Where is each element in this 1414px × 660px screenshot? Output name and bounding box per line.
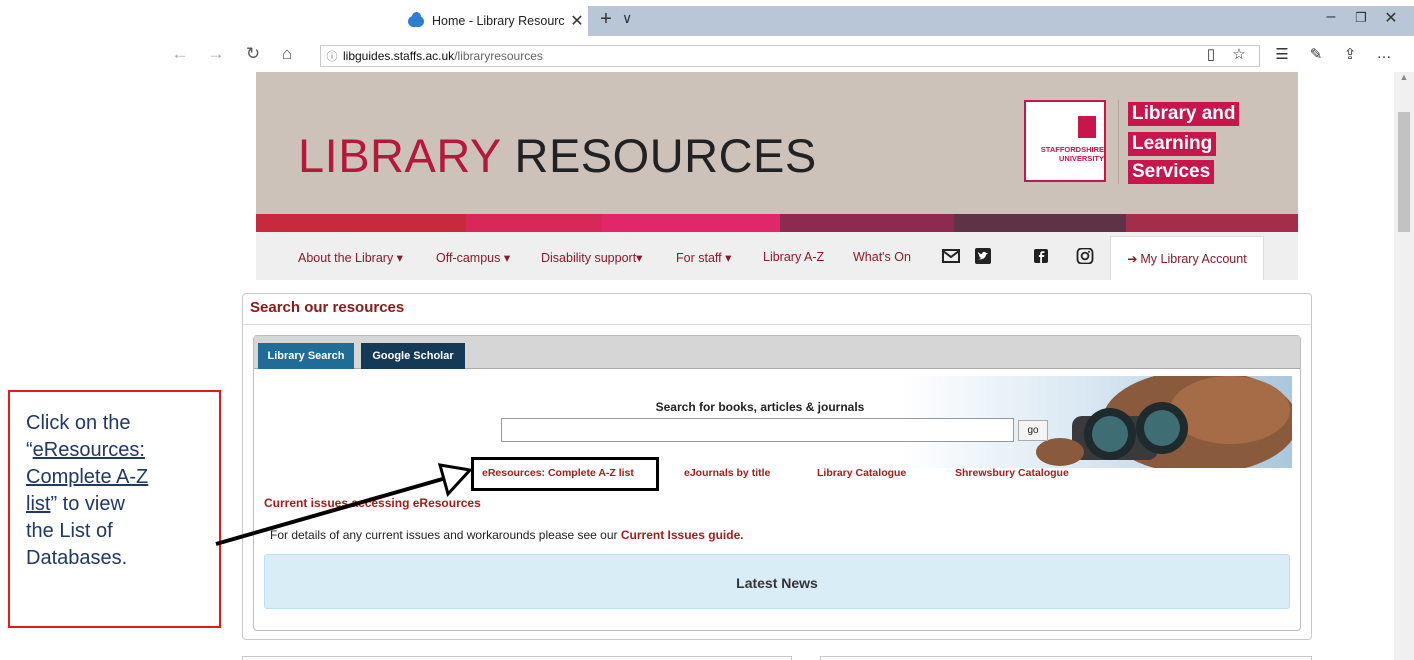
pen-icon[interactable]: ✎ (1304, 45, 1328, 63)
lls-line-3: Services (1128, 160, 1215, 184)
instagram-icon[interactable] (1076, 248, 1094, 264)
panel-divider (243, 324, 1311, 325)
issues-sentence: For details of any current issues and wo… (270, 528, 618, 542)
new-tab-button[interactable]: + (596, 8, 616, 31)
color-strip-segment (602, 214, 780, 232)
callout-quote-open: “ (26, 439, 33, 461)
bottom-card-left (242, 656, 792, 660)
share-icon[interactable]: ⇪ (1338, 45, 1362, 63)
facebook-icon[interactable] (1032, 248, 1050, 264)
color-strip-segment (466, 214, 602, 232)
tab-google-scholar[interactable]: Google Scholar (361, 343, 465, 369)
issues-heading: Current issues accessing eResources (264, 496, 481, 510)
nav-for-staff[interactable]: For staff ▾ (676, 250, 731, 265)
screenshot-stage: Home - Library Resourc ✕ + ∨ – ❐ ✕ ← → ↻… (0, 0, 1414, 660)
crest-icon (1078, 116, 1096, 138)
favorite-star-icon[interactable]: ☆ (1228, 45, 1250, 63)
callout-link-part-1: eResources: (32, 439, 145, 461)
my-library-account-button[interactable]: ➔ My Library Account (1110, 236, 1264, 280)
tab-title: Home - Library Resourc (432, 14, 565, 28)
logo-text: STAFFORDSHIRE UNIVERSITY (1040, 145, 1104, 163)
favorites-hub-icon[interactable]: ☰ (1270, 45, 1294, 63)
url-host: libguides.staffs.ac.uk (343, 49, 455, 63)
callout-link-part-2: Complete A-Z (26, 466, 149, 488)
page-title: LIBRARY RESOURCES (298, 128, 817, 183)
back-button[interactable]: ← (167, 44, 193, 64)
title-word-library: LIBRARY (298, 129, 501, 182)
callout-after-link: ” to view (50, 493, 125, 515)
callout-link-part-3: list (26, 493, 51, 515)
current-issues-link[interactable]: Current Issues guide. (621, 528, 744, 542)
color-strip-segment (780, 214, 954, 232)
go-button[interactable]: go (1018, 420, 1048, 441)
lls-line-1: Library and (1128, 102, 1240, 126)
tab-list-chevron-icon[interactable]: ∨ (622, 10, 632, 27)
reading-view-icon[interactable]: ▯ (1200, 45, 1222, 63)
refresh-button[interactable]: ↻ (240, 44, 266, 64)
forward-button[interactable]: → (203, 44, 229, 64)
annotation-callout: Click on the “eResources: Complete A-Z l… (8, 390, 221, 628)
cloud-icon (408, 11, 424, 27)
twitter-icon[interactable] (974, 248, 992, 264)
callout-line-4: list” to view (26, 491, 219, 518)
nav-whats-on[interactable]: What's On (853, 250, 911, 264)
color-strip-segment (954, 214, 1126, 232)
latest-news-label: Latest News (736, 575, 818, 591)
link-shrewsbury-catalogue[interactable]: Shrewsbury Catalogue (955, 467, 1069, 479)
panel-heading: Search our resources (250, 299, 405, 316)
issues-text: For details of any current issues and wo… (270, 528, 744, 542)
university-logo[interactable] (1024, 100, 1106, 182)
title-word-resources: RESOURCES (514, 129, 817, 182)
scrollbar-thumb[interactable] (1398, 112, 1410, 232)
bottom-card-right (820, 656, 1312, 660)
callout-line-6: Databases. (26, 547, 128, 569)
restore-button[interactable]: ❐ (1346, 10, 1376, 26)
email-icon[interactable] (942, 248, 960, 264)
lls-line-2: Learning (1128, 132, 1217, 156)
link-ejournals-by-title[interactable]: eJournals by title (684, 467, 770, 479)
tab-library-search[interactable]: Library Search (258, 343, 354, 369)
nav-library-a-z[interactable]: Library A-Z (763, 250, 824, 264)
close-window-button[interactable]: ✕ (1376, 8, 1406, 28)
search-input[interactable] (501, 418, 1014, 442)
callout-line-2: “eResources: (26, 437, 219, 464)
scroll-up-icon[interactable]: ▲ (1396, 72, 1412, 82)
home-button[interactable]: ⌂ (274, 44, 300, 64)
color-strip-segment (256, 214, 466, 232)
callout-line-1: Click on the (26, 412, 131, 434)
browser-tab-active[interactable]: Home - Library Resourc ✕ (398, 6, 588, 36)
nav-about-library[interactable]: About the Library ▾ (298, 250, 403, 265)
sign-in-icon: ➔ (1127, 251, 1138, 266)
callout-line-5: the List of (26, 520, 113, 542)
nav-disability-support[interactable]: Disability support▾ (541, 250, 642, 265)
nav-off-campus[interactable]: Off-campus ▾ (436, 250, 510, 265)
minimize-button[interactable]: – (1316, 8, 1346, 26)
annotation-highlight-box (471, 457, 659, 491)
color-strip-segment (1126, 214, 1298, 232)
search-label: Search for books, articles & journals (655, 400, 865, 414)
account-label: My Library Account (1140, 251, 1247, 266)
tab-close-icon[interactable]: ✕ (566, 11, 588, 31)
link-library-catalogue[interactable]: Library Catalogue (817, 467, 906, 479)
logo-separator (1118, 100, 1119, 184)
site-info-icon[interactable]: ⓘ (321, 48, 343, 64)
url-path: /libraryresources (454, 49, 543, 63)
url-field[interactable]: ⓘ libguides.staffs.ac.uk/libraryresource… (320, 45, 1260, 67)
more-icon[interactable]: … (1372, 45, 1396, 62)
